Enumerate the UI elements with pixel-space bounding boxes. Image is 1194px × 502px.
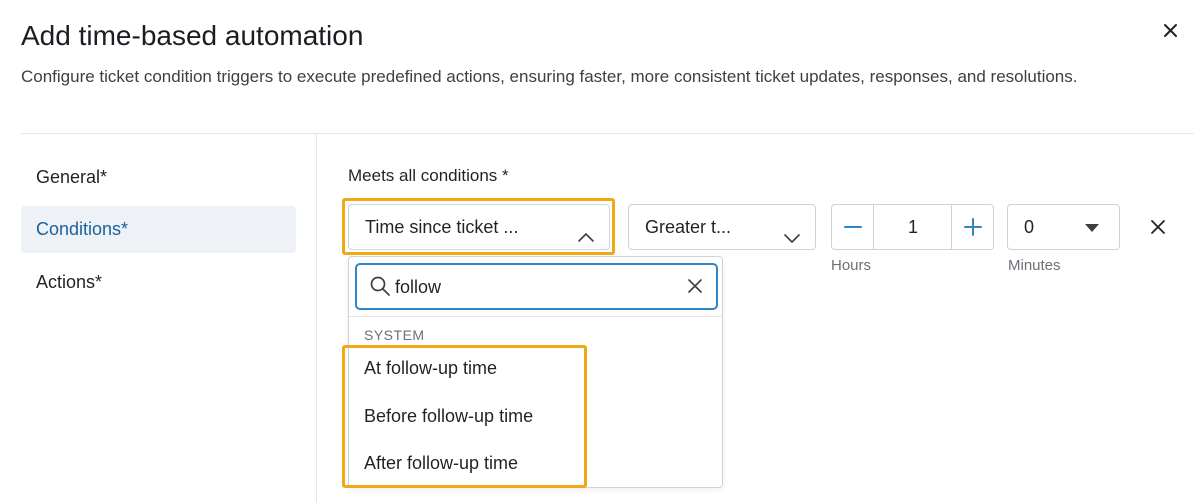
condition-operator-select[interactable]: Greater t... bbox=[628, 204, 816, 250]
clear-search-icon[interactable] bbox=[686, 277, 704, 295]
chevron-down-icon bbox=[783, 219, 801, 243]
minutes-value: 0 bbox=[1024, 217, 1035, 237]
option-group-label: SYSTEM bbox=[364, 327, 425, 343]
dialog-title: Add time-based automation bbox=[21, 20, 364, 51]
hours-stepper: 1 bbox=[831, 204, 994, 250]
plus-icon bbox=[964, 218, 982, 236]
condition-operator-value: Greater t... bbox=[645, 217, 732, 237]
hours-value[interactable]: 1 bbox=[874, 205, 952, 249]
option-after-follow-up-time[interactable]: After follow-up time bbox=[349, 440, 722, 487]
header-divider bbox=[21, 133, 1194, 134]
condition-field-value: Time since ticket ... bbox=[365, 217, 519, 237]
caret-down-icon bbox=[1085, 224, 1099, 232]
minutes-label: Minutes bbox=[1008, 257, 1061, 274]
sidebar-item-actions[interactable]: Actions* bbox=[21, 259, 296, 306]
sidebar-item-conditions[interactable]: Conditions* bbox=[21, 206, 296, 253]
minus-icon bbox=[844, 226, 862, 228]
condition-field-dropdown: SYSTEM At follow-up time Before follow-u… bbox=[348, 256, 723, 488]
option-at-follow-up-time[interactable]: At follow-up time bbox=[349, 345, 722, 392]
search-input[interactable] bbox=[395, 273, 675, 301]
close-icon[interactable] bbox=[1160, 20, 1182, 42]
conditions-heading: Meets all conditions * bbox=[348, 166, 509, 185]
chevron-up-icon bbox=[577, 219, 595, 242]
minutes-select[interactable]: 0 bbox=[1007, 204, 1120, 250]
hours-increment-button[interactable] bbox=[951, 205, 993, 249]
remove-condition-icon[interactable] bbox=[1148, 217, 1168, 237]
dropdown-divider bbox=[349, 316, 722, 317]
dropdown-search bbox=[355, 263, 718, 310]
hours-decrement-button[interactable] bbox=[832, 205, 874, 249]
hours-label: Hours bbox=[831, 257, 872, 274]
search-icon bbox=[369, 275, 391, 302]
sidebar-divider bbox=[316, 134, 317, 502]
option-before-follow-up-time[interactable]: Before follow-up time bbox=[349, 393, 722, 440]
dialog-description: Configure ticket condition triggers to e… bbox=[21, 67, 1078, 86]
condition-field-select[interactable]: Time since ticket ... bbox=[348, 204, 610, 250]
sidebar-item-general[interactable]: General* bbox=[21, 154, 296, 201]
